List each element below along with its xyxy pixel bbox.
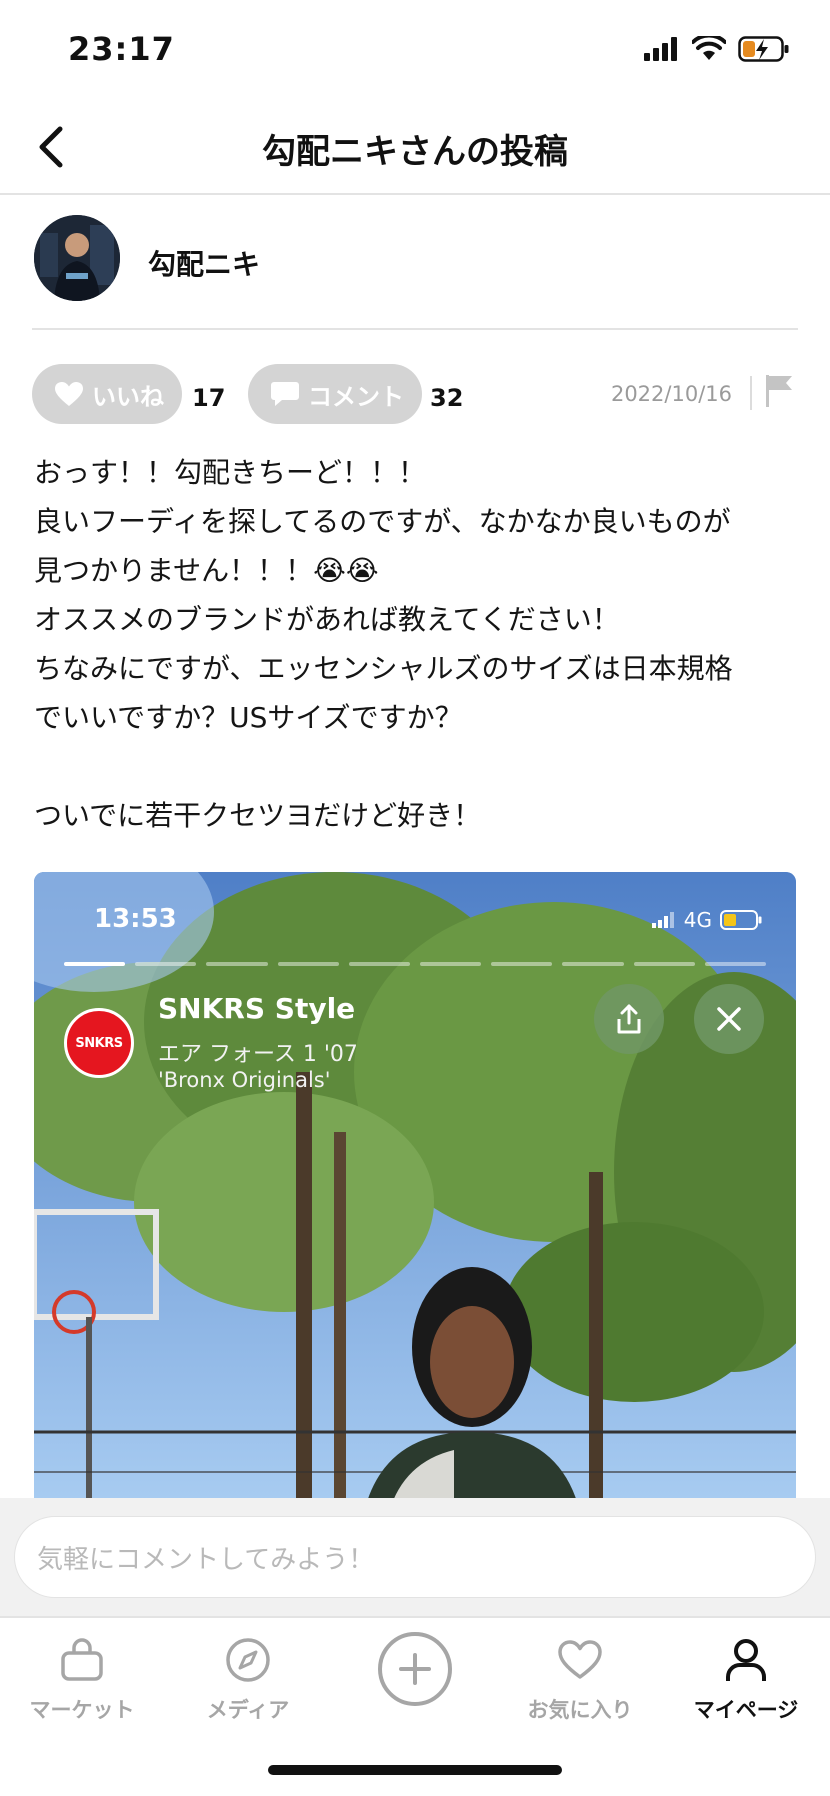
comment-input[interactable]: 気軽にコメントしてみよう！	[14, 1516, 816, 1598]
story-progress-segment	[491, 962, 553, 966]
media-share-button	[594, 984, 664, 1054]
plus-circle-icon	[399, 1653, 431, 1685]
report-button[interactable]	[764, 374, 798, 410]
navigation-bar: 勾配ニキさんの投稿	[0, 100, 830, 195]
avatar[interactable]	[34, 215, 120, 301]
story-progress-segment	[206, 962, 268, 966]
media-title: SNKRS Style	[158, 992, 356, 1025]
signal-icon	[644, 37, 677, 61]
story-progress-segment	[562, 962, 624, 966]
story-progress	[64, 962, 767, 966]
home-indicator	[268, 1765, 562, 1775]
media-network: 4G	[683, 908, 712, 932]
status-icons	[644, 36, 790, 62]
tab-media[interactable]: メディア	[178, 1632, 318, 1742]
signal-icon	[651, 912, 674, 928]
speech-bubble-icon	[270, 380, 300, 408]
story-progress-segment	[704, 962, 767, 966]
battery-icon	[720, 910, 762, 930]
tab-market[interactable]: マーケット	[12, 1632, 152, 1742]
status-bar: 23:17	[0, 0, 830, 100]
tab-market-label: マーケット	[29, 1698, 135, 1722]
comment-button[interactable]: コメント	[248, 364, 422, 424]
media-status-time: 13:53	[94, 904, 177, 934]
divider	[750, 376, 752, 410]
new-post-button[interactable]	[378, 1632, 452, 1706]
like-label: いいね	[92, 382, 164, 411]
story-progress-segment	[135, 962, 197, 966]
snkrs-logo: SNKRS	[64, 1008, 134, 1078]
heart-icon	[54, 381, 84, 407]
story-progress-segment	[348, 962, 411, 966]
comment-bar: 気軽にコメントしてみよう！	[0, 1498, 830, 1618]
media-photo	[34, 872, 796, 1512]
tab-mypage[interactable]: マイページ	[676, 1632, 816, 1742]
compass-icon	[226, 1638, 270, 1682]
page-title: 勾配ニキさんの投稿	[262, 132, 568, 172]
story-progress-segment	[633, 962, 695, 966]
post-image[interactable]: 13:53 4G SNKRS SNKRS Style エア フォース 1 '07…	[34, 872, 796, 1512]
tab-mypage-label: マイページ	[693, 1698, 799, 1722]
author-name[interactable]: 勾配ニキ	[148, 243, 260, 283]
flag-icon	[766, 375, 792, 407]
comment-label: コメント	[308, 382, 404, 411]
person-icon	[726, 1639, 766, 1681]
media-close-button	[694, 984, 764, 1054]
wifi-icon	[692, 36, 726, 60]
tab-favorites-label: お気に入り	[527, 1698, 633, 1722]
like-count: 17	[192, 384, 226, 412]
share-icon	[617, 1004, 641, 1034]
status-time: 23:17	[68, 30, 175, 68]
media-product-colorway: 'Bronx Originals'	[158, 1068, 331, 1092]
author-row[interactable]: 勾配ニキ	[32, 215, 798, 330]
story-progress-segment	[420, 962, 482, 966]
media-status-icons: 4G	[651, 908, 762, 932]
post-body: おっす！！勾配きちーど！！！ 良いフーディを探してるのですが、なかなか良いものが…	[34, 456, 733, 832]
comment-count: 32	[430, 384, 464, 412]
heart-outline-icon	[558, 1640, 602, 1679]
close-icon	[717, 1007, 741, 1031]
tab-favorites[interactable]: お気に入り	[510, 1632, 650, 1742]
action-row: いいね 17 コメント 32 2022/10/16	[32, 364, 798, 424]
media-product-name: エア フォース 1 '07	[158, 1042, 358, 1067]
shopping-bag-icon	[61, 1638, 103, 1681]
like-button[interactable]: いいね	[32, 364, 182, 424]
story-progress-segment	[64, 962, 126, 966]
tab-media-label: メディア	[206, 1698, 290, 1722]
tab-bar: マーケット メディア お気に入り マイページ	[0, 1618, 830, 1796]
post-date: 2022/10/16	[610, 382, 732, 406]
story-progress-segment	[277, 962, 339, 966]
battery-charging-icon	[738, 36, 789, 62]
